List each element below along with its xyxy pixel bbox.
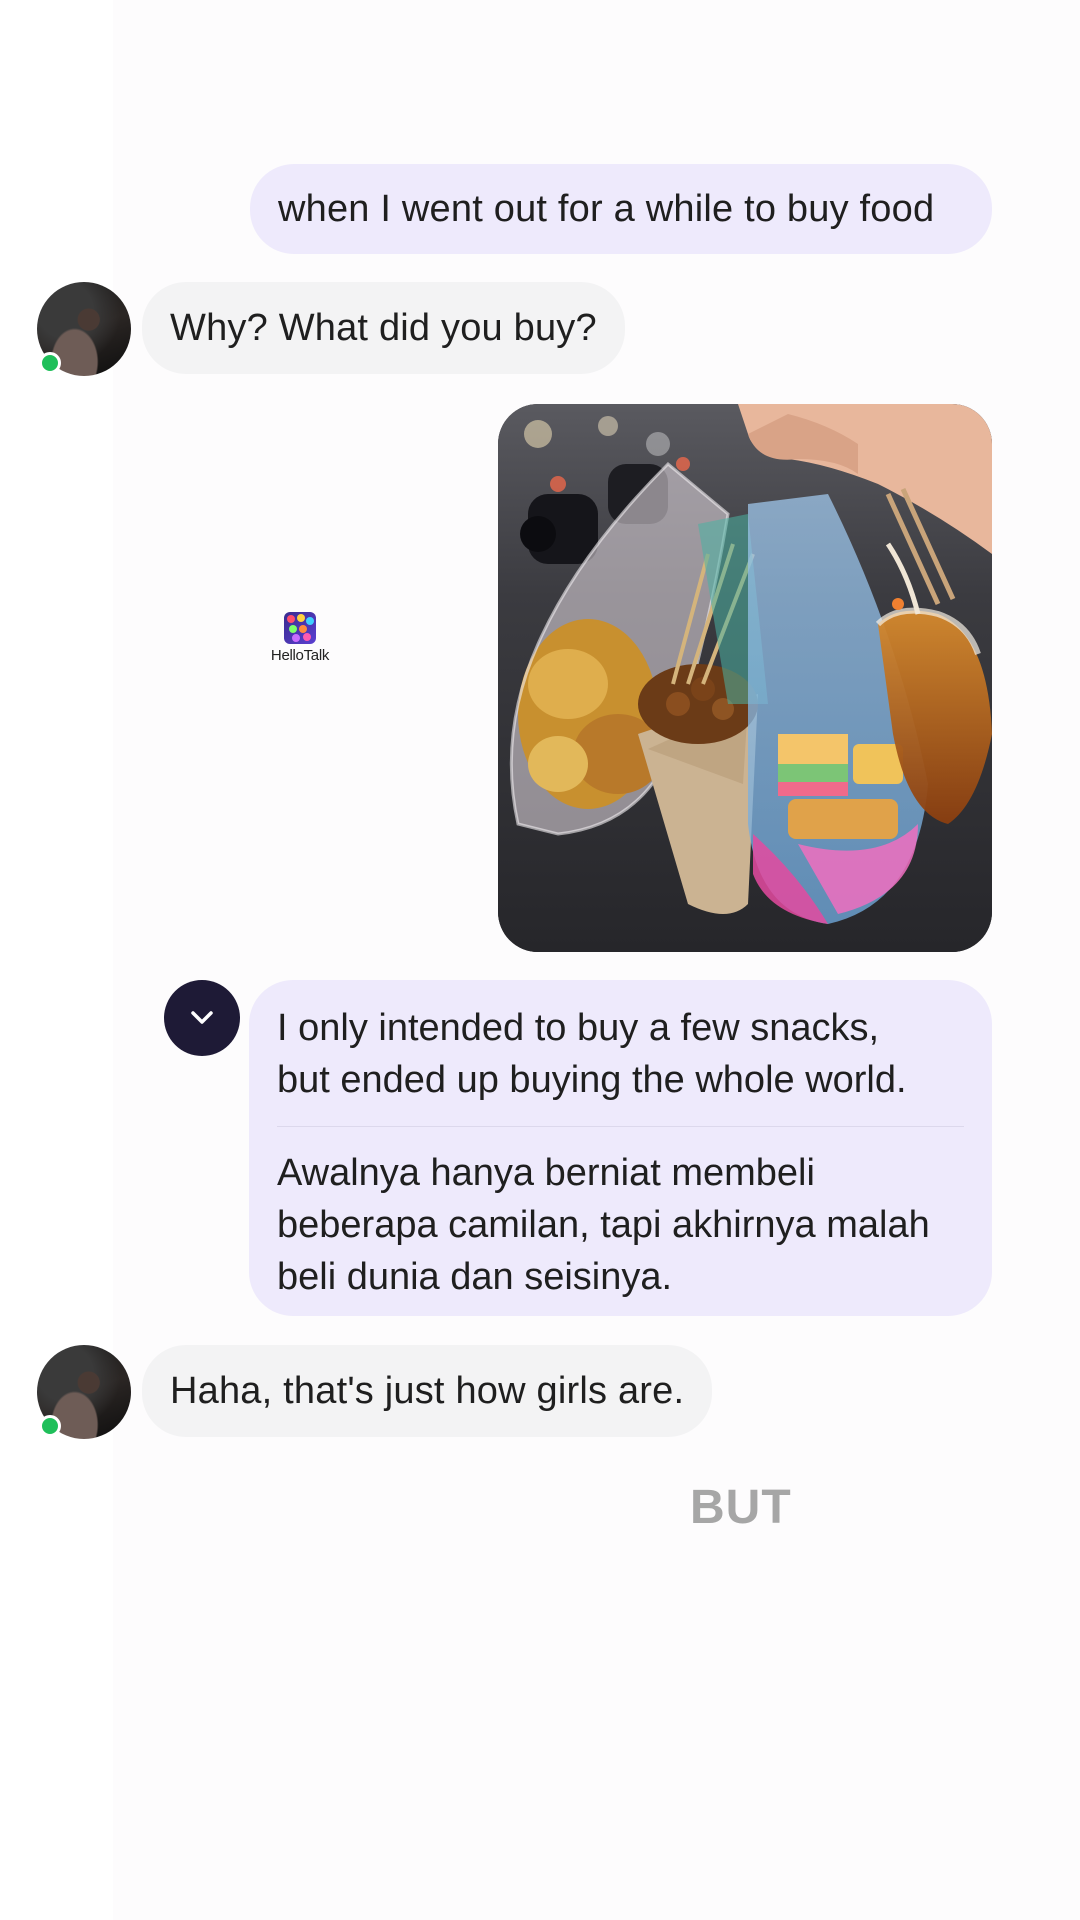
- avatar[interactable]: [37, 282, 131, 376]
- sent-message[interactable]: when I went out for a while to buy food: [250, 164, 992, 254]
- translation-text: Awalnya hanya berniat membeli beberapa c…: [277, 1147, 964, 1303]
- hellotalk-watermark: HelloTalk: [262, 612, 338, 664]
- original-line: but ended up buying the whole world.: [277, 1059, 907, 1101]
- video-caption: BUT: [690, 1481, 792, 1534]
- online-dot-icon: [39, 1415, 61, 1437]
- original-text: I only intended to buy a few snacks, but…: [277, 1002, 964, 1106]
- hellotalk-logo-icon: [284, 612, 316, 644]
- received-message[interactable]: Why? What did you buy?: [142, 282, 625, 374]
- watermark-text: HelloTalk: [270, 647, 330, 664]
- translation-line: beli dunia dan seisinya.: [277, 1256, 673, 1298]
- original-line: I only intended to buy a few snacks,: [277, 1007, 880, 1049]
- received-message[interactable]: Haha, that's just how girls are.: [142, 1345, 713, 1437]
- chevron-down-icon: [191, 1011, 213, 1024]
- translation-line: beberapa camilan, tapi akhirnya malah: [277, 1204, 930, 1246]
- message-text: Haha, that's just how girls are.: [170, 1370, 685, 1412]
- photo-message[interactable]: [498, 404, 992, 952]
- avatar[interactable]: [37, 1345, 131, 1439]
- translation-divider: [277, 1126, 964, 1127]
- online-dot-icon: [39, 352, 61, 374]
- message-text: Why? What did you buy?: [170, 307, 597, 349]
- chat-thread: when I went out for a while to buy food …: [0, 0, 1080, 1920]
- translate-toggle-button[interactable]: [164, 980, 240, 1056]
- message-text: when I went out for a while to buy food: [278, 188, 935, 230]
- food-bags-photo: [498, 404, 992, 952]
- sent-message-translated[interactable]: I only intended to buy a few snacks, but…: [249, 980, 992, 1316]
- translation-line: Awalnya hanya berniat membeli: [277, 1152, 815, 1194]
